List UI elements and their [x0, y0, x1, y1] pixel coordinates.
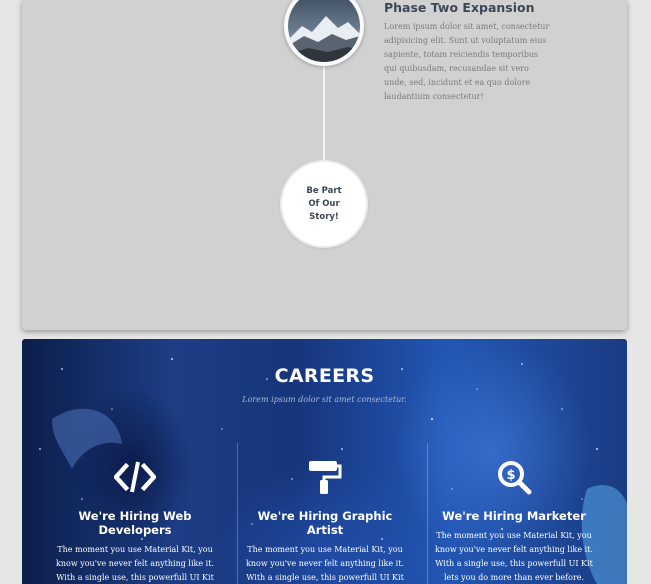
job-title: We're Hiring Marketer: [442, 509, 586, 523]
careers-subtitle: Lorem ipsum dolor sit amet consectetur.: [242, 395, 407, 404]
phase-description: Lorem ipsum dolor sit amet, consectetur …: [384, 22, 550, 101]
job-description: The moment you use Material Kit, you kno…: [246, 545, 404, 582]
timeline-card: Phase Two Expansion Lorem ipsum dolor si…: [22, 0, 627, 330]
mountain-photo-icon: [288, 0, 360, 62]
code-icon: [40, 457, 230, 497]
phase-title: Phase Two Expansion: [384, 0, 535, 15]
search-dollar-icon: $: [419, 457, 609, 497]
careers-title: CAREERS: [274, 365, 375, 387]
job-web-developers: We're Hiring Web Developers The moment y…: [40, 457, 230, 584]
svg-text:$: $: [506, 468, 515, 483]
job-title: We're Hiring Web Developers: [78, 509, 192, 537]
job-description: The moment you use Material Kit, you kno…: [56, 545, 214, 582]
be-part-of-our-story-button[interactable]: Be Part Of Our Story!: [282, 162, 366, 246]
job-graphic-artist: We're Hiring Graphic Artist The moment y…: [230, 457, 420, 584]
cta-label: Be Part Of Our Story!: [306, 185, 342, 222]
job-marketer: $ We're Hiring Marketer The moment you u…: [419, 457, 609, 584]
paint-roller-icon: [230, 457, 420, 497]
phase-photo: [284, 0, 364, 66]
job-title: We're Hiring Graphic Artist: [257, 509, 393, 537]
job-description: The moment you use Material Kit, you kno…: [435, 531, 593, 582]
careers-section: CAREERS Lorem ipsum dolor sit amet conse…: [22, 339, 627, 584]
timeline-line: [323, 60, 325, 170]
